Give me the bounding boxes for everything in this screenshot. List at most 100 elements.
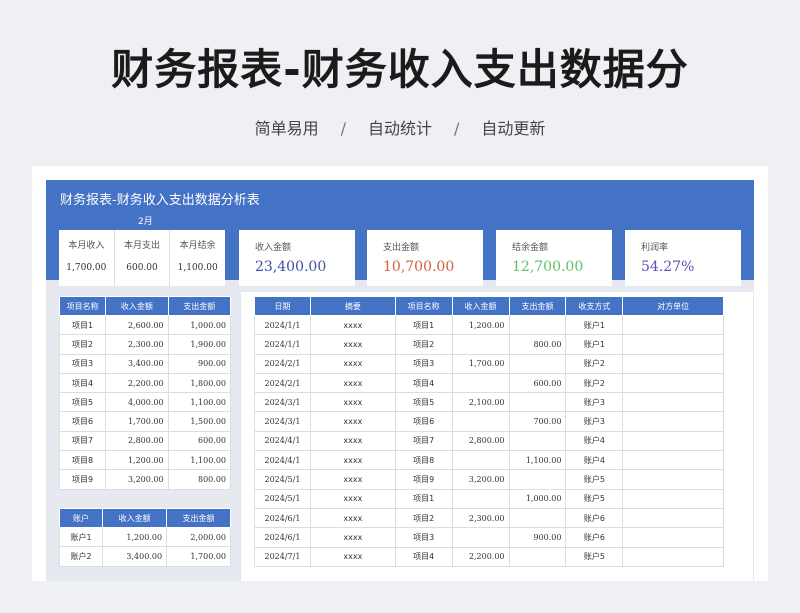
table-cell[interactable]: 2,200.00 [105,372,169,394]
table-cell[interactable] [451,411,510,432]
table-cell[interactable]: xxxx [309,469,396,490]
table-cell[interactable]: xxxx [309,430,396,452]
table-cell[interactable] [622,411,724,432]
table-cell[interactable]: 1,200.00 [451,314,510,336]
table-cell[interactable]: 3,400.00 [102,546,168,567]
table-cell[interactable]: 2024/2/1 [254,353,311,374]
table-cell[interactable] [508,430,567,452]
table-cell[interactable]: xxxx [309,527,396,548]
table-cell[interactable] [508,314,567,336]
table-cell[interactable]: 3,200.00 [105,469,169,490]
table-cell[interactable]: xxxx [309,507,396,529]
table-cell[interactable]: 项目3 [58,353,107,374]
table-cell[interactable] [451,334,510,355]
table-cell[interactable]: 2024/5/1 [254,488,311,509]
table-cell[interactable]: 账户1 [58,526,104,548]
table-cell[interactable]: xxxx [309,450,396,471]
table-cell[interactable]: xxxx [309,314,396,336]
table-cell[interactable]: 800.00 [508,334,567,355]
table-cell[interactable]: 项目6 [394,411,453,432]
table-cell[interactable]: 1,700.00 [105,411,169,432]
table-cell[interactable]: xxxx [309,546,396,567]
table-cell[interactable] [508,546,567,567]
table-cell[interactable] [451,488,510,509]
table-cell[interactable]: 2,300.00 [451,507,510,529]
table-cell[interactable]: 1,000.00 [167,314,232,336]
table-cell[interactable]: 1,000.00 [508,488,567,509]
table-cell[interactable]: 2024/1/1 [254,334,311,355]
table-cell[interactable] [451,450,510,471]
table-cell[interactable]: xxxx [309,411,396,432]
table-cell[interactable]: 账户2 [58,546,104,567]
table-cell[interactable]: 账户6 [565,507,624,529]
table-cell[interactable] [508,469,567,490]
table-cell[interactable]: 账户5 [565,488,624,509]
table-cell[interactable]: 800.00 [167,469,232,490]
table-cell[interactable]: 4,000.00 [105,392,169,413]
table-cell[interactable]: 2024/1/1 [254,314,311,336]
table-cell[interactable]: 账户1 [565,314,624,336]
table-cell[interactable] [622,527,724,548]
table-cell[interactable]: 1,500.00 [167,411,232,432]
table-cell[interactable] [508,507,567,529]
table-cell[interactable] [622,546,724,567]
table-cell[interactable]: 项目5 [394,392,453,413]
table-cell[interactable]: 900.00 [167,353,232,374]
table-cell[interactable]: 2,800.00 [105,430,169,452]
table-cell[interactable] [508,353,567,374]
table-cell[interactable] [622,353,724,374]
table-cell[interactable]: 2024/3/1 [254,392,311,413]
table-cell[interactable]: 600.00 [167,430,232,452]
table-cell[interactable]: 账户5 [565,546,624,567]
table-cell[interactable]: 2024/3/1 [254,411,311,432]
month-selector[interactable]: 2月 [138,214,153,227]
table-cell[interactable]: xxxx [309,372,396,394]
table-cell[interactable]: 2024/2/1 [254,372,311,394]
table-cell[interactable]: 1,900.00 [167,334,232,355]
table-cell[interactable]: 项目1 [394,488,453,509]
table-cell[interactable]: 1,100.00 [167,450,232,471]
table-cell[interactable]: 1,200.00 [102,526,168,548]
table-cell[interactable]: xxxx [309,353,396,374]
table-cell[interactable]: 2024/6/1 [254,507,311,529]
table-cell[interactable]: 项目3 [394,353,453,374]
table-cell[interactable]: 账户5 [565,469,624,490]
table-cell[interactable] [622,450,724,471]
table-cell[interactable]: 1,100.00 [167,392,232,413]
table-cell[interactable]: 项目4 [394,372,453,394]
table-cell[interactable]: 项目8 [394,450,453,471]
table-cell[interactable]: 项目1 [58,314,107,336]
table-cell[interactable]: 项目7 [394,430,453,452]
table-cell[interactable] [622,488,724,509]
table-cell[interactable]: 3,400.00 [105,353,169,374]
table-cell[interactable]: 900.00 [508,527,567,548]
table-cell[interactable]: 账户2 [565,353,624,374]
table-cell[interactable]: 2,600.00 [105,314,169,336]
table-cell[interactable]: 项目4 [58,372,107,394]
table-cell[interactable] [508,392,567,413]
table-cell[interactable]: 项目1 [394,314,453,336]
table-cell[interactable]: 1,200.00 [105,450,169,471]
table-cell[interactable]: 账户1 [565,334,624,355]
table-cell[interactable]: 账户4 [565,450,624,471]
table-cell[interactable]: 项目9 [58,469,107,490]
table-cell[interactable]: 1,700.00 [451,353,510,374]
table-cell[interactable]: 账户3 [565,411,624,432]
table-cell[interactable]: 项目2 [394,507,453,529]
table-cell[interactable]: 项目2 [58,334,107,355]
table-cell[interactable]: 3,200.00 [451,469,510,490]
table-cell[interactable]: 项目9 [394,469,453,490]
table-cell[interactable] [622,430,724,452]
table-cell[interactable]: 600.00 [508,372,567,394]
table-cell[interactable]: 2024/4/1 [254,450,311,471]
table-cell[interactable]: 2,800.00 [451,430,510,452]
table-cell[interactable]: 1,100.00 [508,450,567,471]
table-cell[interactable]: xxxx [309,392,396,413]
table-cell[interactable] [622,314,724,336]
table-cell[interactable] [622,334,724,355]
table-cell[interactable]: 2024/5/1 [254,469,311,490]
table-cell[interactable]: 2,000.00 [166,526,231,548]
table-cell[interactable]: 项目8 [58,450,107,471]
table-cell[interactable] [622,372,724,394]
table-cell[interactable]: xxxx [309,334,396,355]
